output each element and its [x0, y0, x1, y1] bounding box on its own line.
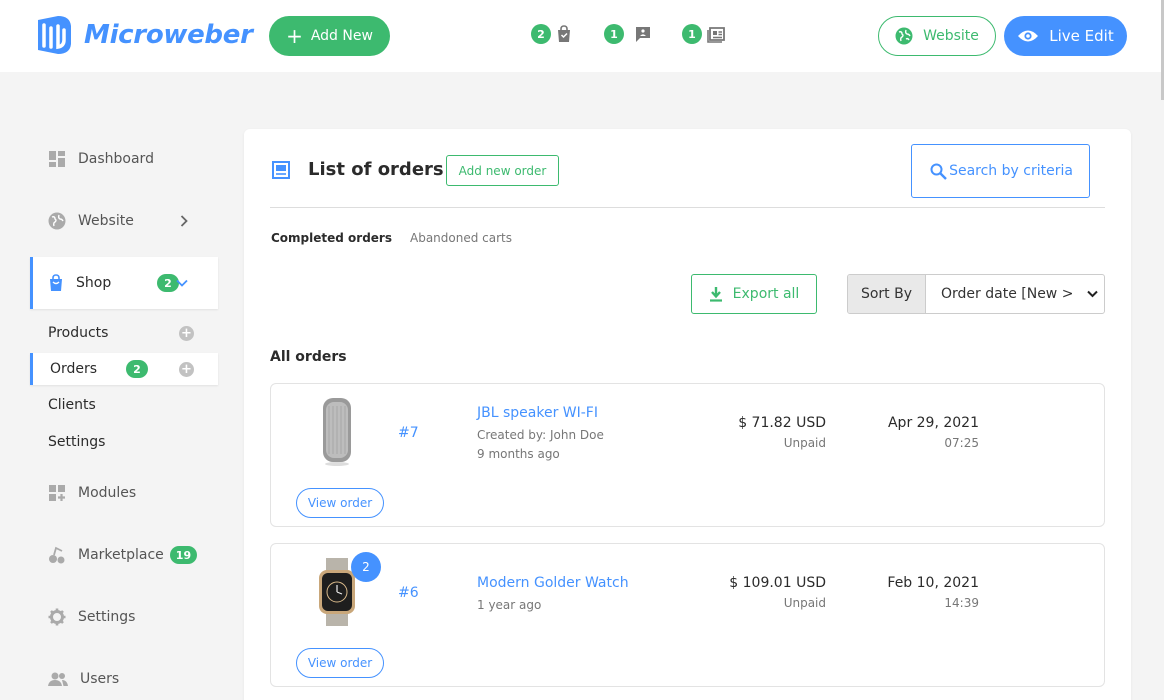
sidebar-item-settings[interactable]: Settings: [30, 591, 218, 643]
order-card: 2 #6 Modern Golder Watch 1 year ago $ 10…: [270, 543, 1105, 687]
eye-icon: [1018, 30, 1039, 42]
orders-card: List of orders Add new order Search by c…: [244, 129, 1131, 700]
order-time-ago: 1 year ago: [477, 598, 542, 612]
notification-posts[interactable]: 1: [682, 24, 727, 44]
order-number[interactable]: #7: [398, 425, 419, 441]
add-product-icon[interactable]: +: [179, 325, 194, 341]
sidebar-item-label: Users: [80, 671, 120, 687]
order-created-by: Created by: John Doe: [477, 428, 604, 442]
product-image[interactable]: [301, 396, 373, 468]
sidebar-item-dashboard[interactable]: Dashboard: [30, 133, 218, 185]
download-icon: [709, 287, 722, 302]
page-title: List of orders: [308, 159, 444, 180]
website-button[interactable]: Website: [878, 16, 996, 56]
order-payment-status: Unpaid: [783, 436, 826, 450]
sidebar-subitem-settings[interactable]: Settings: [30, 426, 218, 458]
orders-list-icon: [272, 161, 290, 179]
microweber-logo-icon: [38, 16, 71, 54]
order-number[interactable]: #6: [398, 585, 419, 601]
sidebar-item-users[interactable]: Users: [30, 653, 218, 700]
shopping-bag-icon: [558, 25, 570, 42]
tab-completed-orders[interactable]: Completed orders: [271, 231, 392, 245]
sidebar-item-label: Website: [78, 213, 134, 229]
order-payment-status: Unpaid: [783, 596, 826, 610]
view-order-button[interactable]: View order: [296, 648, 384, 678]
live-edit-button[interactable]: Live Edit: [1004, 16, 1127, 56]
sidebar-subitem-products[interactable]: Products +: [30, 317, 218, 349]
tab-abandoned-carts[interactable]: Abandoned carts: [410, 231, 512, 245]
quantity-badge: 2: [351, 552, 381, 582]
export-all-label: Export all: [732, 286, 800, 302]
order-date: Feb 10, 2021: [887, 575, 979, 591]
sidebar-item-website[interactable]: Website: [30, 195, 218, 247]
order-date: Apr 29, 2021: [887, 415, 979, 431]
order-time: 14:39: [944, 596, 979, 610]
gear-icon: [48, 608, 66, 626]
order-product-name[interactable]: JBL speaker WI-FI: [477, 405, 598, 421]
notification-count: 1: [604, 24, 624, 44]
order-time-ago: 9 months ago: [477, 447, 560, 461]
modules-icon: [49, 485, 65, 501]
sort-select[interactable]: Order date [New >: [926, 275, 1104, 313]
brand-name: Microweber: [84, 20, 253, 50]
sidebar-item-shop[interactable]: Shop 2: [30, 257, 218, 309]
users-icon: [48, 672, 68, 686]
marketplace-badge: 19: [169, 546, 198, 564]
sidebar-item-modules[interactable]: Modules: [30, 467, 218, 519]
news-icon: [707, 27, 725, 43]
search-label: Search by criteria: [949, 163, 1073, 179]
comment-icon: [636, 27, 650, 42]
header-divider: [270, 207, 1105, 208]
order-time: 07:25: [944, 436, 979, 450]
add-new-button[interactable]: + Add New: [269, 16, 390, 56]
sidebar-item-label: Dashboard: [78, 151, 154, 167]
chevron-down-icon: [176, 279, 188, 287]
sidebar-item-label: Marketplace: [78, 547, 164, 563]
sidebar-item-marketplace[interactable]: Marketplace 19: [30, 529, 218, 581]
sidebar-item-label: Modules: [78, 485, 137, 501]
marketplace-icon: [49, 546, 65, 564]
orders-badge: 2: [126, 360, 148, 378]
notification-count: 1: [682, 24, 702, 44]
chevron-right-icon: [180, 215, 188, 227]
notification-orders[interactable]: 2: [531, 24, 572, 44]
dashboard-icon: [49, 151, 65, 167]
order-price: $ 109.01 USD: [729, 575, 826, 591]
logo[interactable]: Microweber: [34, 14, 253, 56]
export-all-button[interactable]: Export all: [691, 274, 817, 314]
sidebar-subitem-orders[interactable]: Orders 2 +: [30, 353, 218, 385]
sidebar-item-label: Settings: [78, 609, 136, 625]
sidebar-subitem-label: Settings: [48, 434, 106, 450]
chevron-down-icon: [1087, 290, 1098, 298]
add-new-order-button[interactable]: Add new order: [446, 155, 559, 186]
search-by-criteria-button[interactable]: Search by criteria: [911, 144, 1090, 198]
sidebar-item-label: Shop: [76, 275, 112, 291]
view-order-button[interactable]: View order: [296, 488, 384, 518]
order-product-name[interactable]: Modern Golder Watch: [477, 575, 629, 591]
add-order-icon[interactable]: +: [179, 361, 194, 377]
sort-value: Order date [New >: [941, 286, 1074, 302]
live-edit-label: Live Edit: [1049, 27, 1114, 45]
section-title: All orders: [270, 349, 347, 365]
globe-icon: [895, 27, 913, 45]
order-price: $ 71.82 USD: [738, 415, 826, 431]
top-header: Microweber + Add New 2 1 1 Website Live …: [0, 0, 1164, 100]
add-new-label: Add New: [310, 28, 373, 44]
sort-by-label: Sort By: [848, 275, 926, 313]
plus-icon: +: [286, 24, 303, 48]
sort-control: Sort By Order date [New >: [847, 274, 1105, 314]
sidebar-subitem-label: Clients: [48, 397, 96, 413]
notification-count: 2: [531, 24, 551, 44]
sidebar-subitem-label: Orders: [50, 361, 98, 377]
globe-icon: [48, 212, 66, 230]
order-card: #7 JBL speaker WI-FI Created by: John Do…: [270, 383, 1105, 527]
website-label: Website: [923, 28, 979, 44]
search-icon: [930, 163, 947, 180]
shopping-bag-icon: [50, 274, 62, 291]
notification-comments[interactable]: 1: [604, 24, 652, 44]
sidebar-subitem-clients[interactable]: Clients: [30, 389, 218, 421]
sidebar-subitem-label: Products: [48, 325, 109, 341]
